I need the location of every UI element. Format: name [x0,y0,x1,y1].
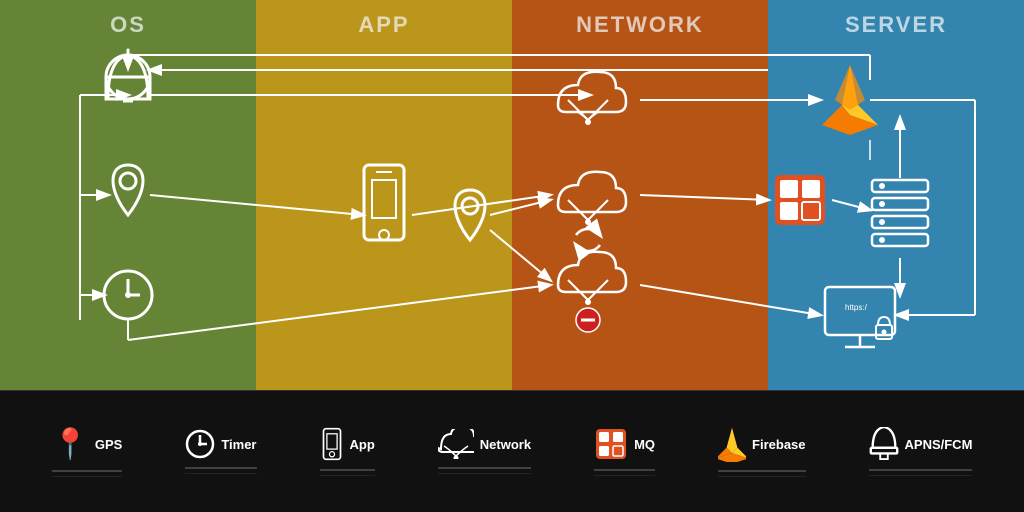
legend-item-network: Network [438,429,531,474]
legend-item-apns-fcm: APNS/FCM [869,427,973,476]
legend-item-firebase: Firebase [718,426,805,477]
mq-icon [594,427,628,461]
timer-icon [185,429,215,459]
column-os: OS [0,0,256,390]
legend-item-app: App [320,427,375,476]
column-server-header: SERVER [768,0,1024,46]
legend-item-timer: Timer [185,429,256,474]
column-os-header: OS [0,0,256,46]
firebase-icon [718,426,746,462]
column-network: NETWORK [512,0,768,390]
column-app: APP [256,0,512,390]
legend-label-apns-fcm: APNS/FCM [905,437,973,452]
legend-item-mq: MQ [594,427,655,476]
app-icon [320,427,344,461]
column-server: SERVER [768,0,1024,390]
legend-label-network: Network [480,437,531,452]
legend-item-gps: 📍 GPS [52,427,123,477]
apns-fcm-icon [869,427,899,461]
legend-label-timer: Timer [221,437,256,452]
network-icon [438,429,474,459]
column-network-header: NETWORK [512,0,768,46]
app-container: OS APP NETWORK SERVER [0,0,1024,512]
column-app-header: APP [256,0,512,46]
diagram-area: OS APP NETWORK SERVER [0,0,1024,390]
legend-label-mq: MQ [634,437,655,452]
legend-area: 📍 GPS Timer [0,390,1024,512]
legend-label-gps: GPS [95,437,122,452]
legend-label-firebase: Firebase [752,437,805,452]
gps-icon: 📍 [52,427,89,462]
legend-label-app: App [350,437,375,452]
